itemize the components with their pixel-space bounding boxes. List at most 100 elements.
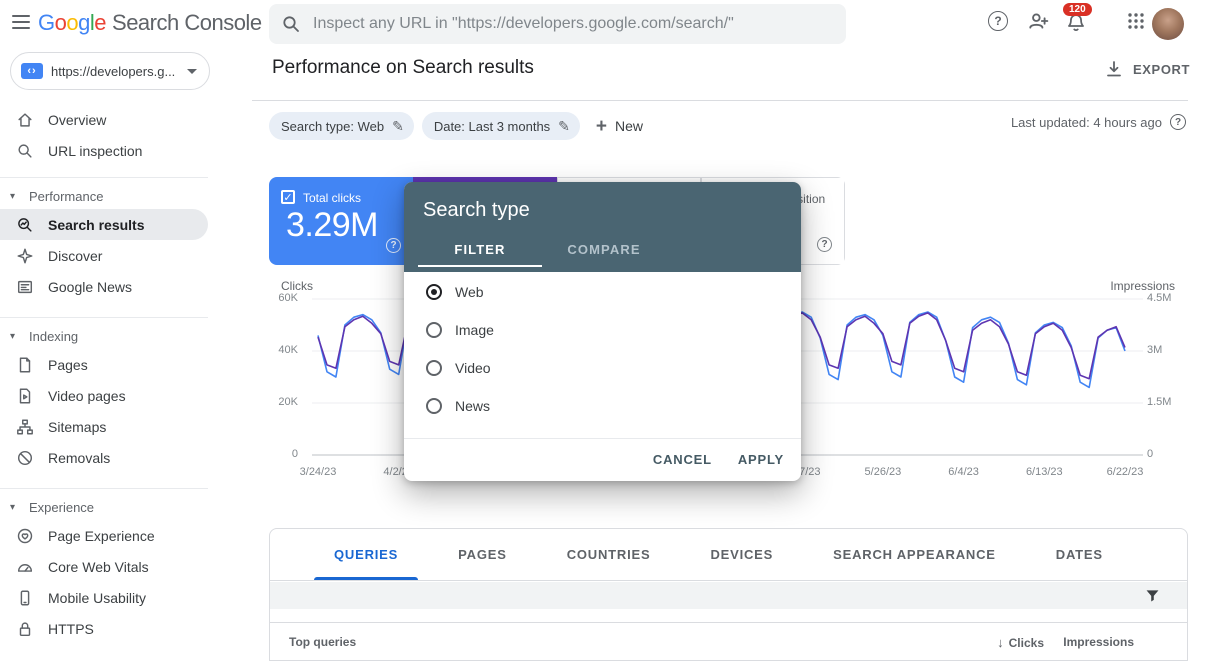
radio-option-label: Web [455, 284, 484, 300]
chip-label: Search type: Web [281, 119, 384, 134]
google-search-console-app: GoogleSearch Console 120 [0, 0, 1206, 661]
tab-queries[interactable]: QUERIES [304, 529, 428, 580]
column-header-clicks[interactable]: Clicks [997, 635, 1044, 650]
dialog-tab-compare[interactable]: COMPARE [542, 234, 666, 267]
export-button[interactable]: EXPORT [1104, 59, 1190, 79]
app-logo[interactable]: GoogleSearch Console [38, 10, 262, 36]
sidebar-item-google-news[interactable]: Google News [0, 271, 208, 302]
tab-countries[interactable]: COUNTRIES [537, 529, 681, 580]
sidebar-item-label: Pages [48, 357, 88, 373]
apply-button[interactable]: APPLY [738, 452, 784, 467]
radio-icon[interactable] [426, 284, 442, 300]
section-label: Indexing [29, 329, 78, 344]
sidebar-item-removals[interactable]: Removals [0, 442, 208, 473]
section-header-indexing[interactable]: Indexing [0, 323, 240, 349]
table-toolbar [270, 582, 1187, 609]
dialog-header: Search type FILTER COMPARE [404, 182, 801, 272]
top-app-bar: GoogleSearch Console 120 [0, 0, 1206, 48]
radio-icon[interactable] [426, 360, 442, 376]
column-header-impressions[interactable]: Impressions [1063, 635, 1134, 649]
help-icon[interactable] [817, 237, 832, 252]
section-header-experience[interactable]: Experience [0, 494, 240, 520]
search-input[interactable] [313, 15, 834, 33]
radio-option-label: News [455, 398, 490, 414]
edit-pencil-icon [558, 118, 570, 135]
news-icon [15, 277, 35, 297]
dialog-tabs: FILTER COMPARE [418, 234, 801, 267]
tab-search-appearance[interactable]: SEARCH APPEARANCE [803, 529, 1026, 580]
y-axis-tick: 3M [1147, 344, 1180, 356]
y-axis-tick: 20K [265, 396, 298, 408]
tab-pages[interactable]: PAGES [428, 529, 537, 580]
divider [0, 177, 208, 178]
tab-dates[interactable]: DATES [1026, 529, 1133, 580]
cancel-button[interactable]: CANCEL [653, 452, 712, 467]
card-value: 3.29M [286, 206, 378, 245]
radio-option-video[interactable]: Video [404, 349, 801, 387]
url-inspection-search-box[interactable] [269, 4, 846, 44]
sidebar-item-url-inspection[interactable]: URL inspection [0, 135, 208, 166]
filter-icon[interactable] [1144, 587, 1161, 604]
tab-devices[interactable]: DEVICES [680, 529, 803, 580]
radio-option-web[interactable]: Web [404, 273, 801, 311]
download-icon [1104, 59, 1124, 79]
sidebar-item-label: Search results [48, 217, 145, 233]
table-header-row: Top queries Clicks Impressions [270, 622, 1187, 661]
y-axis-tick: 40K [265, 344, 298, 356]
manage-users-icon[interactable] [1026, 9, 1050, 33]
new-filter-button[interactable]: New [596, 112, 643, 140]
sidebar-item-core-web-vitals[interactable]: Core Web Vitals [0, 551, 208, 582]
sidebar-item-page-experience[interactable]: Page Experience [0, 520, 208, 551]
radio-option-image[interactable]: Image [404, 311, 801, 349]
sidebar-item-discover[interactable]: Discover [0, 240, 208, 271]
column-header-label: Clicks [1009, 636, 1044, 650]
discover-icon [15, 246, 35, 266]
help-icon[interactable] [1170, 114, 1186, 130]
checkbox-checked-icon[interactable] [281, 190, 295, 204]
sidebar-item-label: HTTPS [48, 621, 94, 637]
sidebar-item-sitemaps[interactable]: Sitemaps [0, 411, 208, 442]
sidebar-item-pages[interactable]: Pages [0, 349, 208, 380]
edit-pencil-icon [392, 118, 404, 135]
divider [0, 488, 208, 489]
page-experience-icon [15, 526, 35, 546]
inspect-icon [15, 141, 35, 161]
avatar[interactable] [1152, 8, 1184, 40]
radio-icon[interactable] [426, 322, 442, 338]
filter-chips-row: Search type: Web Date: Last 3 months New [269, 112, 643, 140]
sidebar-item-https[interactable]: HTTPS [0, 613, 208, 644]
sidebar-item-mobile-usability[interactable]: Mobile Usability [0, 582, 208, 613]
column-header-top-queries: Top queries [289, 635, 356, 649]
section-header-performance[interactable]: Performance [0, 183, 240, 209]
chip-date-range[interactable]: Date: Last 3 months [422, 112, 580, 140]
new-filter-label: New [615, 118, 643, 134]
last-updated-label: Last updated: 4 hours ago [1011, 115, 1162, 130]
menu-icon[interactable] [12, 15, 32, 33]
sidebar-item-label: Google News [48, 279, 132, 295]
x-axis-tick: 6/4/23 [924, 466, 1004, 478]
property-selector[interactable]: https://developers.g... [10, 52, 210, 90]
card-total-clicks[interactable]: Total clicks 3.29M [269, 177, 413, 265]
search-results-icon [15, 215, 35, 235]
mobile-icon [15, 588, 35, 608]
dialog-tab-filter[interactable]: FILTER [418, 234, 542, 267]
x-axis-tick: 6/22/23 [1085, 466, 1165, 478]
radio-option-news[interactable]: News [404, 387, 801, 425]
apps-grid-icon[interactable] [1124, 9, 1148, 33]
sidebar-item-label: Overview [48, 112, 106, 128]
sidebar-item-overview[interactable]: Overview [0, 104, 208, 135]
chip-search-type[interactable]: Search type: Web [269, 112, 414, 140]
help-icon[interactable] [386, 238, 401, 253]
y-axis-tick: 1.5M [1147, 396, 1180, 408]
sitemap-icon [15, 417, 35, 437]
sidebar-item-label: URL inspection [48, 143, 142, 159]
radio-icon[interactable] [426, 398, 442, 414]
sidebar-item-label: Mobile Usability [48, 590, 146, 606]
y-axis-tick: 0 [1147, 448, 1180, 460]
sidebar-item-search-results[interactable]: Search results [0, 209, 208, 240]
help-icon[interactable] [986, 9, 1010, 33]
dialog-body: Web Image Video News [404, 272, 801, 438]
x-axis-tick: 5/26/23 [843, 466, 923, 478]
sidebar-item-video-pages[interactable]: Video pages [0, 380, 208, 411]
sidebar-item-label: Sitemaps [48, 419, 106, 435]
